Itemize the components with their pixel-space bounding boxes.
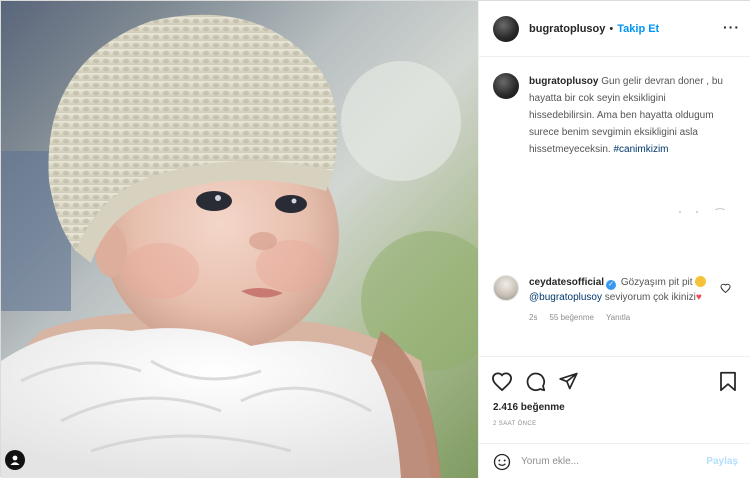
post-side-panel: bugratoplusoy • Takip Et ··· bugratoplus… [478, 1, 750, 478]
comment-body: ceydatesofficial ✓ Gözyaşım pit pit @bugr… [529, 275, 709, 322]
comment-likes-count[interactable]: 55 beğenme [549, 313, 593, 322]
post-actions: 2.416 beğenme 2 SAAT ÖNCE Paylaş [479, 356, 750, 478]
post-timestamp: 2 SAAT ÖNCE [493, 421, 537, 427]
red-heart-emoji-icon: ♥ [695, 292, 702, 303]
comment-input[interactable] [521, 456, 701, 467]
post-header: bugratoplusoy • Takip Et ··· [479, 1, 750, 57]
comment-age: 2s [529, 313, 538, 322]
loading-indicator-icon [679, 208, 726, 213]
comment-text-start: Gözyaşım pit pit [620, 277, 693, 288]
caption-hashtag[interactable]: #canimkizim [613, 144, 668, 155]
author-avatar[interactable] [493, 15, 519, 42]
baby-photo-image [1, 14, 478, 478]
post-photo[interactable] [1, 1, 478, 478]
caption-author-avatar[interactable] [493, 73, 519, 99]
user-tag-icon[interactable] [5, 450, 25, 470]
add-comment-bar: Paylaş [479, 443, 750, 479]
likes-count[interactable]: 2.416 beğenme [493, 402, 565, 413]
author-username[interactable]: bugratoplusoy [529, 23, 605, 35]
emoji-icon[interactable] [493, 453, 511, 471]
smile-emoji-icon [695, 276, 707, 287]
comment-item: ceydatesofficial ✓ Gözyaşım pit pit @bugr… [493, 275, 743, 322]
bookmark-icon[interactable] [719, 371, 737, 392]
comment-heart-icon[interactable] [720, 283, 731, 293]
instagram-post: bugratoplusoy • Takip Et ··· bugratoplus… [0, 0, 750, 478]
follow-button[interactable]: Takip Et [617, 23, 659, 35]
comment-text-end: seviyorum çok ikinizi [604, 292, 696, 303]
comment-meta: 2s 55 beğenme Yanıtla [529, 313, 709, 322]
more-horizontal-icon[interactable]: ··· [723, 20, 740, 34]
commenter-username[interactable]: ceydatesofficial [529, 277, 604, 288]
comment-icon[interactable] [525, 371, 546, 392]
comment-mention[interactable]: @bugratoplusoy [529, 292, 602, 303]
post-caption: bugratoplusoy Gun gelir devran doner , b… [493, 73, 733, 158]
comment-text-block: ceydatesofficial ✓ Gözyaşım pit pit @bugr… [529, 275, 709, 305]
commenter-avatar[interactable] [493, 275, 519, 301]
header-separator: • [609, 22, 614, 35]
caption-author-username[interactable]: bugratoplusoy [529, 76, 598, 87]
verified-badge-icon: ✓ [606, 280, 617, 290]
post-comment-button[interactable]: Paylaş [706, 456, 738, 467]
share-icon[interactable] [558, 371, 579, 391]
action-buttons [491, 371, 741, 395]
heart-icon[interactable] [491, 371, 513, 391]
caption-text-block: bugratoplusoy Gun gelir devran doner , b… [529, 73, 733, 158]
reply-button[interactable]: Yanıtla [606, 313, 630, 322]
